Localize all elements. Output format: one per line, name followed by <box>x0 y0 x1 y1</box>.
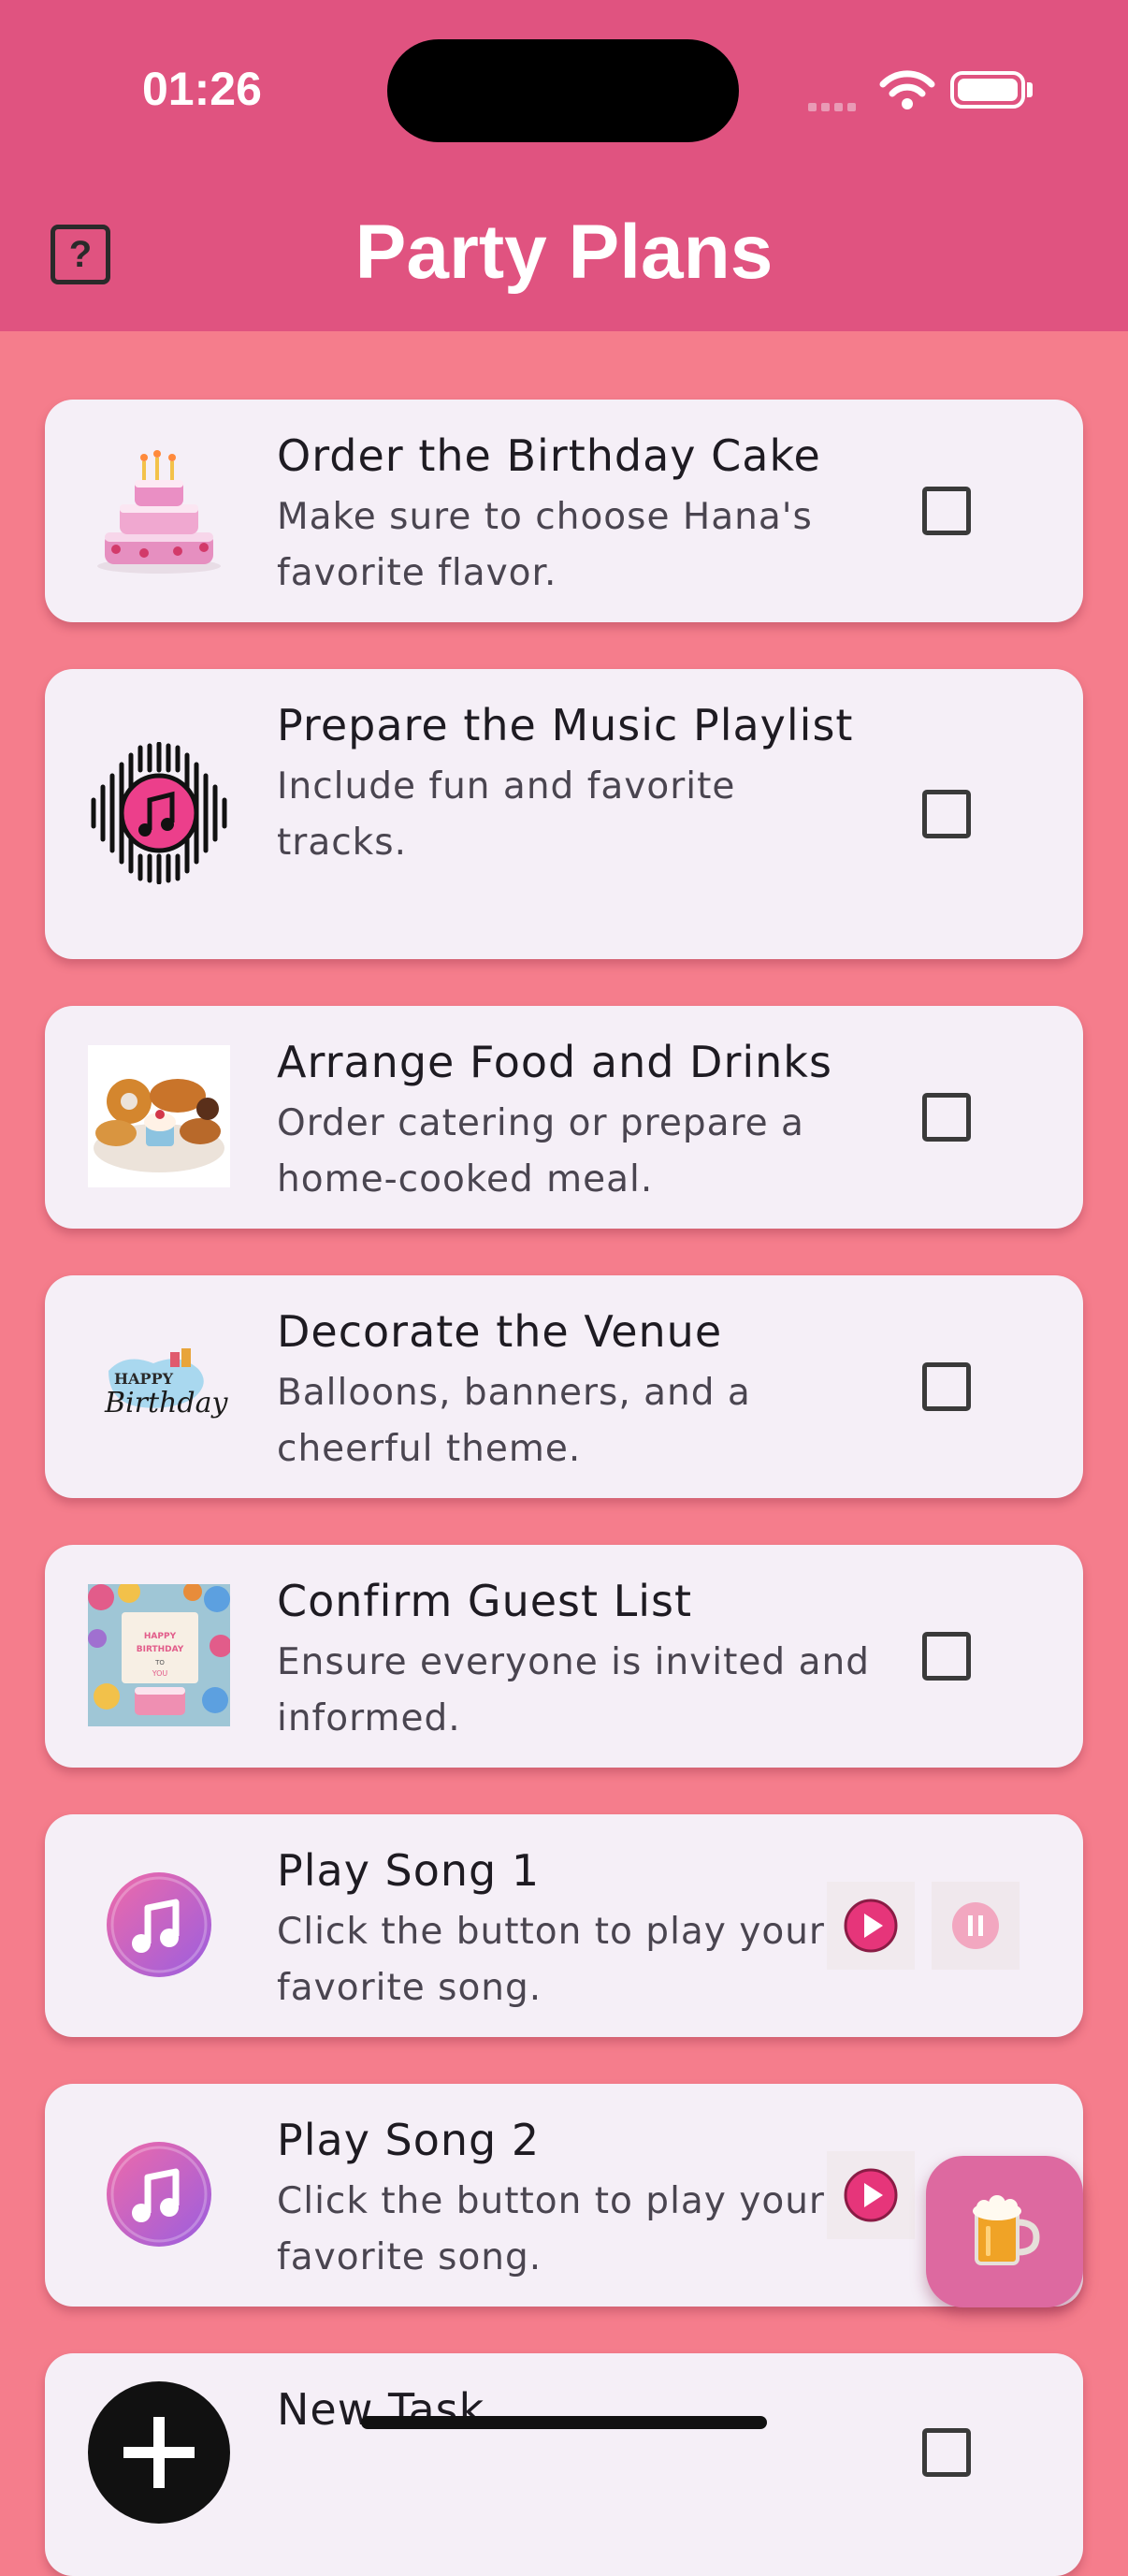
task-card-birthday-cake[interactable]: Order the Birthday Cake Make sure to cho… <box>45 400 1083 622</box>
task-title: Prepare the Music Playlist <box>277 700 854 750</box>
task-card-music-playlist[interactable]: Prepare the Music Playlist Include fun a… <box>45 669 1083 959</box>
task-title: New Task <box>277 2384 485 2435</box>
task-card-decorate-venue[interactable]: HAPPY Birthday Decorate the Venue Balloo… <box>45 1275 1083 1498</box>
battery-nub <box>1027 82 1033 97</box>
task-card-food-drinks[interactable]: Arrange Food and Drinks Order catering o… <box>45 1006 1083 1229</box>
task-checkbox[interactable] <box>922 1632 971 1681</box>
svg-text:HAPPY: HAPPY <box>144 1632 177 1641</box>
birthday-cake-image <box>97 450 221 574</box>
dynamic-island <box>387 39 739 142</box>
svg-text:TO: TO <box>154 1659 165 1666</box>
song-card-1[interactable]: Play Song 1 Click the button to play you… <box>45 1814 1083 2037</box>
food-platter-image <box>88 1045 230 1187</box>
task-description: Balloons, banners, and a cheerful theme. <box>277 1372 751 1470</box>
task-checkbox[interactable] <box>922 487 971 535</box>
task-title: Decorate the Venue <box>277 1306 723 1357</box>
play-button[interactable] <box>827 1882 915 1970</box>
task-title: Order the Birthday Cake <box>277 430 821 481</box>
cellular-signal-icon <box>808 97 860 115</box>
status-time: 01:26 <box>142 63 262 115</box>
task-checkbox[interactable] <box>922 1362 971 1411</box>
song-title: Play Song 2 <box>277 2115 541 2165</box>
invitation-card-image: HAPPY BIRTHDAY TO YOU <box>88 1584 230 1726</box>
play-icon <box>844 1899 898 1953</box>
music-app-icon <box>107 2142 211 2247</box>
happy-birthday-image: HAPPY Birthday <box>104 1348 228 1419</box>
battery-icon <box>950 71 1025 109</box>
song-title: Play Song 1 <box>277 1845 541 1896</box>
svg-text:Birthday: Birthday <box>104 1387 228 1419</box>
plus-icon <box>88 2381 230 2524</box>
task-title: Arrange Food and Drinks <box>277 1037 832 1087</box>
task-checkbox[interactable] <box>922 790 971 838</box>
task-description: Include fun and favorite tracks. <box>277 765 736 864</box>
task-checkbox[interactable] <box>922 2428 971 2477</box>
wifi-icon <box>879 70 935 109</box>
task-description: Make sure to choose Hana's favorite flav… <box>277 496 813 594</box>
music-app-icon <box>107 1872 211 1977</box>
home-indicator <box>361 2416 767 2429</box>
task-description: Order catering or prepare a home-cooked … <box>277 1102 804 1201</box>
beer-mug-icon <box>973 2195 1040 2265</box>
song-description: Click the button to play your favorite s… <box>277 1911 825 2009</box>
task-card-guest-list[interactable]: HAPPY BIRTHDAY TO YOU Confirm Guest List… <box>45 1545 1083 1768</box>
svg-text:HAPPY: HAPPY <box>114 1370 174 1388</box>
song-description: Click the button to play your favorite s… <box>277 2180 825 2278</box>
task-description: Ensure everyone is invited and informed. <box>277 1641 870 1739</box>
play-button[interactable] <box>827 2151 915 2239</box>
task-card-new-task[interactable]: New Task <box>45 2353 1083 2576</box>
svg-text:YOU: YOU <box>152 1669 168 1678</box>
music-note-icon <box>91 742 227 884</box>
page-title: Party Plans <box>354 210 774 295</box>
play-icon <box>844 2168 898 2222</box>
pause-icon <box>952 1902 999 1949</box>
task-checkbox[interactable] <box>922 1093 971 1142</box>
pause-button[interactable] <box>932 1882 1020 1970</box>
svg-text:BIRTHDAY: BIRTHDAY <box>137 1645 184 1654</box>
task-title: Confirm Guest List <box>277 1576 693 1626</box>
floating-action-button[interactable] <box>926 2156 1083 2307</box>
